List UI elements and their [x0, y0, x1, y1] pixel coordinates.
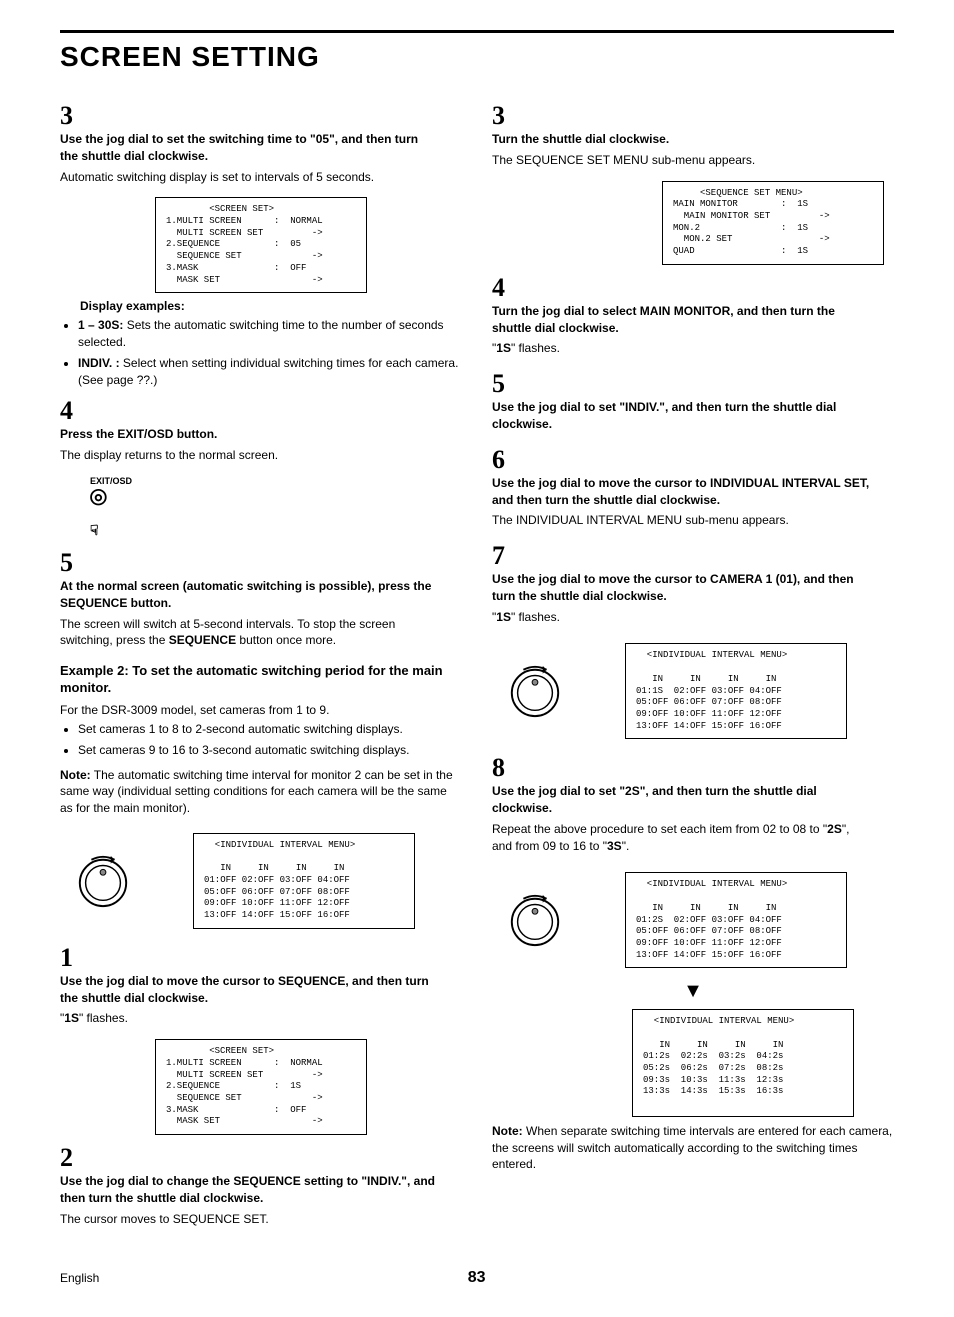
list-item: Set cameras 9 to 16 to 3-second automati…	[78, 742, 462, 759]
step-number: 7	[492, 541, 512, 571]
step-sub: The display returns to the normal screen…	[60, 447, 438, 464]
step-head: Use the jog dial to move the cursor to S…	[60, 974, 429, 1005]
right-step-6: 6 Use the jog dial to move the cursor to…	[492, 445, 894, 529]
list-item: INDIV. : Select when setting individual …	[78, 355, 462, 389]
right-step-5: 5 Use the jog dial to set "INDIV.", and …	[492, 369, 894, 433]
example-2-heading: Example 2: To set the automatic switchin…	[60, 663, 462, 697]
step-sub: The INDIVIDUAL INTERVAL MENU sub-menu ap…	[492, 512, 870, 529]
screen-set-menu-2: <SCREEN SET> 1.MULTI SCREEN : NORMAL MUL…	[155, 1039, 367, 1135]
right-step-3: 3 Turn the shuttle dial clockwise. The S…	[492, 101, 894, 169]
step-sub: Repeat the above procedure to set each i…	[492, 821, 870, 855]
step-sub: Automatic switching display is set to in…	[60, 169, 438, 186]
individual-interval-menu-4: <INDIVIDUAL INTERVAL MENU> IN IN IN IN 0…	[632, 1009, 854, 1117]
step-number: 5	[492, 369, 512, 399]
step-number: 4	[492, 273, 512, 303]
jog-dial-icon	[74, 852, 132, 910]
exit-osd-icon: EXIT/OSD ⌾☟	[90, 476, 462, 540]
dial-and-menu-row-3: <INDIVIDUAL INTERVAL MENU> IN IN IN IN 0…	[506, 866, 894, 974]
step-head: Use the jog dial to move the cursor to C…	[492, 572, 854, 603]
step-number: 4	[60, 396, 80, 426]
left-step-5: 5 At the normal screen (automatic switch…	[60, 548, 462, 649]
screen-set-menu-1: <SCREEN SET> 1.MULTI SCREEN : NORMAL MUL…	[155, 197, 367, 293]
individual-interval-menu-3: <INDIVIDUAL INTERVAL MENU> IN IN IN IN 0…	[625, 872, 847, 968]
page-number: 83	[468, 1269, 486, 1287]
display-examples-heading: Display examples:	[80, 299, 462, 313]
step-sub: The cursor moves to SEQUENCE SET.	[60, 1211, 438, 1228]
example-2-list: Set cameras 1 to 8 to 2-second automatic…	[78, 721, 462, 759]
page-footer: English 83	[60, 1269, 894, 1287]
step-head: Use the jog dial to set "2S", and then t…	[492, 784, 817, 815]
example-2-text: For the DSR-3009 model, set cameras from…	[60, 703, 462, 717]
example-2-note: Note: The automatic switching time inter…	[60, 767, 462, 817]
step-number: 3	[492, 101, 512, 131]
step-head: Press the EXIT/OSD button.	[60, 427, 217, 441]
jog-dial-icon	[506, 662, 564, 720]
left-step-4: 4 Press the EXIT/OSD button. The display…	[60, 396, 462, 464]
top-rule	[60, 30, 894, 33]
right-step-7: 7 Use the jog dial to move the cursor to…	[492, 541, 894, 625]
right-column: 3 Turn the shuttle dial clockwise. The S…	[492, 93, 894, 1239]
button-press-icon: ⌾☟	[90, 484, 462, 540]
step-number: 2	[60, 1143, 80, 1173]
step-head: Use the jog dial to set the switching ti…	[60, 132, 418, 163]
footer-language: English	[60, 1271, 99, 1285]
step-head: Turn the jog dial to select MAIN MONITOR…	[492, 304, 835, 335]
individual-interval-menu-1: <INDIVIDUAL INTERVAL MENU> IN IN IN IN 0…	[193, 833, 415, 929]
left-step-1: 1 Use the jog dial to move the cursor to…	[60, 943, 462, 1027]
list-item: Set cameras 1 to 8 to 2-second automatic…	[78, 721, 462, 738]
page-title: SCREEN SETTING	[60, 41, 894, 73]
left-step-2: 2 Use the jog dial to change the SEQUENC…	[60, 1143, 462, 1227]
individual-interval-menu-2: <INDIVIDUAL INTERVAL MENU> IN IN IN IN 0…	[625, 643, 847, 739]
step-number: 3	[60, 101, 80, 131]
step-head: At the normal screen (automatic switchin…	[60, 579, 431, 610]
step-sub: The screen will switch at 5-second inter…	[60, 616, 438, 650]
sequence-set-menu: <SEQUENCE SET MENU> MAIN MONITOR : 1S MA…	[662, 181, 884, 265]
step-number: 1	[60, 943, 80, 973]
step-sub: "1S" flashes.	[492, 609, 870, 626]
right-step-8: 8 Use the jog dial to set "2S", and then…	[492, 753, 894, 854]
step-number: 5	[60, 548, 80, 578]
right-step-4: 4 Turn the jog dial to select MAIN MONIT…	[492, 273, 894, 357]
step-head: Turn the shuttle dial clockwise.	[492, 132, 669, 146]
step-sub: "1S" flashes.	[492, 340, 870, 357]
step-number: 6	[492, 445, 512, 475]
step-sub: The SEQUENCE SET MENU sub-menu appears.	[492, 152, 870, 169]
step-sub: "1S" flashes.	[60, 1010, 438, 1027]
dial-and-menu-row-2: <INDIVIDUAL INTERVAL MENU> IN IN IN IN 0…	[506, 637, 894, 745]
right-note: Note: When separate switching time inter…	[492, 1123, 894, 1173]
left-step-3: 3 Use the jog dial to set the switching …	[60, 101, 462, 185]
display-examples-list: 1 – 30S: Sets the automatic switching ti…	[78, 317, 462, 388]
step-number: 8	[492, 753, 512, 783]
step-head: Use the jog dial to move the cursor to I…	[492, 476, 869, 507]
step-head: Use the jog dial to set "INDIV.", and th…	[492, 400, 836, 431]
down-arrow-icon: ▼	[492, 980, 894, 1003]
step-head: Use the jog dial to change the SEQUENCE …	[60, 1174, 435, 1205]
left-column: 3 Use the jog dial to set the switching …	[60, 93, 462, 1239]
dial-and-menu-row: <INDIVIDUAL INTERVAL MENU> IN IN IN IN 0…	[74, 827, 462, 935]
list-item: 1 – 30S: Sets the automatic switching ti…	[78, 317, 462, 351]
jog-dial-icon	[506, 891, 564, 949]
